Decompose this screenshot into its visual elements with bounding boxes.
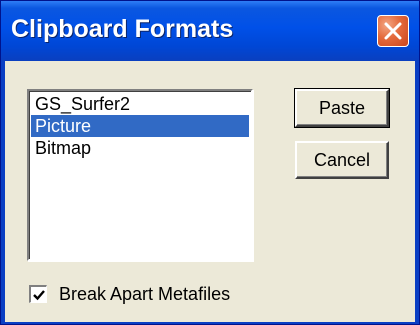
format-item-picture[interactable]: Picture — [31, 115, 249, 137]
dialog-title: Clipboard Formats — [11, 15, 234, 43]
paste-button[interactable]: Paste — [294, 88, 390, 128]
close-x-icon — [384, 22, 402, 40]
format-item-gs-surfer2[interactable]: GS_Surfer2 — [31, 93, 249, 115]
cancel-button[interactable]: Cancel — [295, 141, 389, 179]
title-bar[interactable]: Clipboard Formats — [1, 1, 419, 61]
checkmark-icon — [33, 290, 45, 301]
break-apart-checkbox[interactable] — [29, 285, 47, 303]
formats-listbox[interactable]: GS_Surfer2 Picture Bitmap — [27, 89, 253, 261]
close-button[interactable] — [377, 15, 409, 47]
break-apart-label: Break Apart Metafiles — [59, 284, 231, 304]
format-item-bitmap[interactable]: Bitmap — [31, 137, 249, 159]
clipboard-formats-dialog: Clipboard Formats GS_Surfer2 Picture Bit… — [0, 0, 420, 325]
dialog-body: GS_Surfer2 Picture Bitmap Paste Cancel B… — [5, 61, 415, 322]
